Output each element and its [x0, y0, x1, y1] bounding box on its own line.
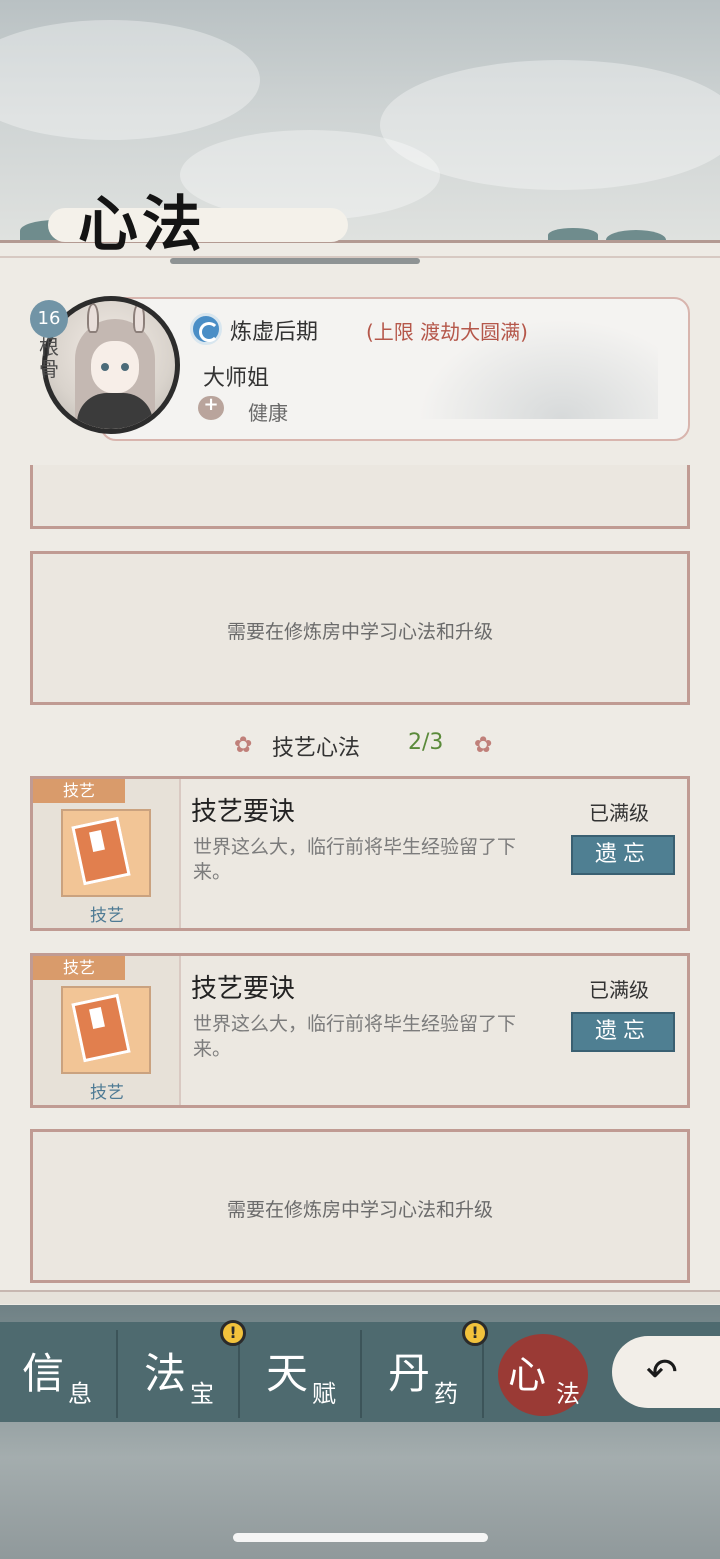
forget-button[interactable]: 遗忘 [571, 835, 675, 875]
title-underline [170, 258, 420, 264]
skill-description: 世界这么大，临行前将毕生经验留了下来。 [193, 836, 517, 883]
back-button[interactable]: ↶ [612, 1336, 720, 1408]
flower-icon: ✿ [474, 733, 493, 758]
cultivation-realm: 炼虚后期 [230, 320, 319, 345]
empty-slot-text: 需要在修炼房中学习心法和升级 [226, 1199, 493, 1221]
root-label: 根骨 [39, 335, 59, 381]
book-icon [61, 986, 151, 1074]
book-icon [61, 809, 151, 897]
alert-icon: ! [462, 1320, 488, 1346]
flower-icon: ✿ [234, 733, 253, 758]
skill-icon-panel: 技艺 技艺 [33, 779, 181, 928]
skill-name: 技艺要诀 [191, 974, 296, 1004]
realm-limit: (上限 渡劫大圆满) [366, 320, 528, 344]
health-status: 健康 [248, 401, 288, 425]
page-title: 心法 [78, 190, 206, 260]
empty-slot-text: 需要在修炼房中学习心法和升级 [226, 621, 493, 643]
empty-skill-slot [30, 465, 690, 529]
home-indicator[interactable] [233, 1533, 488, 1542]
skill-tag: 技艺 [33, 779, 125, 803]
forget-button[interactable]: 遗忘 [571, 1012, 675, 1052]
tab-talent[interactable]: 天 赋 [244, 1330, 362, 1418]
skill-description: 世界这么大，临行前将毕生经验留了下来。 [193, 1013, 517, 1060]
alert-icon: ! [220, 1320, 246, 1346]
section-title: 技艺心法 [272, 736, 361, 761]
tab-treasure[interactable]: 法 宝 [122, 1330, 240, 1418]
paper-edge [0, 1290, 720, 1304]
tab-info[interactable]: 信 息 [0, 1330, 118, 1418]
tab-heart-method[interactable]: 心 法 [488, 1330, 606, 1418]
skill-level: 已满级 [589, 978, 649, 1002]
skill-tag: 技艺 [33, 956, 125, 980]
empty-skill-slot: 需要在修炼房中学习心法和升级 [30, 551, 690, 705]
skill-icon-panel: 技艺 技艺 [33, 956, 181, 1105]
skill-card[interactable]: 技艺 技艺 技艺要诀 世界这么大，临行前将毕生经验留了下来。 已满级 遗忘 [30, 776, 690, 931]
character-name: 大师姐 [203, 366, 270, 391]
section-count: 2/3 [408, 730, 444, 755]
skill-kind: 技艺 [90, 1083, 124, 1103]
back-arrow-icon: ↶ [646, 1350, 678, 1394]
heart-plus-icon [198, 394, 224, 420]
skill-card[interactable]: 技艺 技艺 技艺要诀 世界这么大，临行前将毕生经验留了下来。 已满级 遗忘 [30, 953, 690, 1108]
skill-kind: 技艺 [90, 906, 124, 926]
skill-name: 技艺要诀 [191, 797, 296, 827]
empty-skill-slot: 需要在修炼房中学习心法和升级 [30, 1129, 690, 1283]
realm-swirl-icon [190, 313, 222, 345]
skill-level: 已满级 [589, 801, 649, 825]
level-badge: 16 [30, 300, 68, 338]
